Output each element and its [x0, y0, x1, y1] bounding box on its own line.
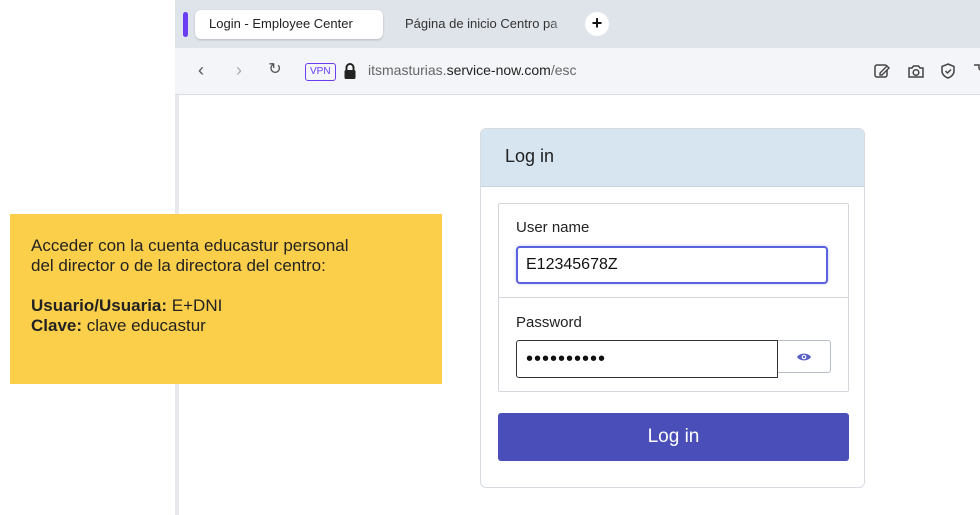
- browser-toolbar: ‹ › ↻ VPN itsmasturias.service-now.com/e…: [175, 48, 980, 95]
- extensions-icon[interactable]: [970, 61, 980, 81]
- chevron-left-icon: ‹: [198, 60, 204, 80]
- note-user-value: E+DNI: [171, 296, 223, 315]
- lock-icon: [344, 63, 356, 79]
- tab-group-indicator: [183, 12, 188, 37]
- shield-icon[interactable]: [938, 61, 958, 81]
- plus-icon: +: [591, 13, 603, 33]
- username-input[interactable]: [516, 246, 828, 284]
- note-key-value: clave educastur: [86, 316, 206, 335]
- url-path: /esc: [550, 62, 577, 78]
- login-card: Log in User name Password Log in: [480, 128, 865, 488]
- reload-button[interactable]: ↻: [263, 58, 287, 82]
- show-password-button[interactable]: [778, 340, 831, 373]
- url-domain: service-now.com: [446, 62, 551, 78]
- reload-icon: ↻: [268, 61, 282, 78]
- tab-bar: Login - Employee Center Página de inicio…: [175, 0, 980, 48]
- eye-icon: [797, 353, 811, 361]
- instruction-note: Acceder con la cuenta educastur personal…: [10, 214, 442, 384]
- password-input[interactable]: [516, 340, 778, 378]
- vpn-badge[interactable]: VPN: [305, 63, 336, 81]
- tab-login-employee-center[interactable]: Login - Employee Center: [195, 10, 383, 39]
- chevron-right-icon: ›: [236, 60, 242, 80]
- tab-label: Login - Employee Center: [209, 16, 353, 31]
- note-user-line: Usuario/Usuaria: E+DNI: [31, 296, 442, 316]
- note-line-1: Acceder con la cuenta educastur personal: [31, 236, 349, 255]
- username-label: User name: [516, 219, 590, 236]
- note-key-label: Clave:: [31, 316, 83, 335]
- new-tab-button[interactable]: +: [585, 12, 609, 36]
- login-button[interactable]: Log in: [498, 413, 849, 461]
- login-card-header: Log in: [481, 129, 864, 187]
- note-line-2: del director o de la directora del centr…: [31, 256, 326, 275]
- credentials-panel: User name Password: [498, 203, 849, 392]
- note-key-line: Clave: clave educastur: [31, 316, 442, 336]
- url-prefix: itsmasturias.: [368, 62, 447, 78]
- field-divider: [499, 297, 848, 298]
- edit-icon[interactable]: [872, 61, 892, 81]
- tab-pagina-de-inicio[interactable]: Página de inicio Centro pa: [405, 16, 573, 31]
- password-label: Password: [516, 314, 582, 331]
- forward-button[interactable]: ›: [227, 58, 251, 82]
- back-button[interactable]: ‹: [189, 58, 213, 82]
- login-card-title: Log in: [505, 146, 555, 166]
- note-user-label: Usuario/Usuaria:: [31, 296, 168, 315]
- note-spacer: [31, 276, 442, 296]
- address-bar[interactable]: itsmasturias.service-now.com/esc: [368, 62, 577, 78]
- camera-icon[interactable]: [906, 61, 926, 81]
